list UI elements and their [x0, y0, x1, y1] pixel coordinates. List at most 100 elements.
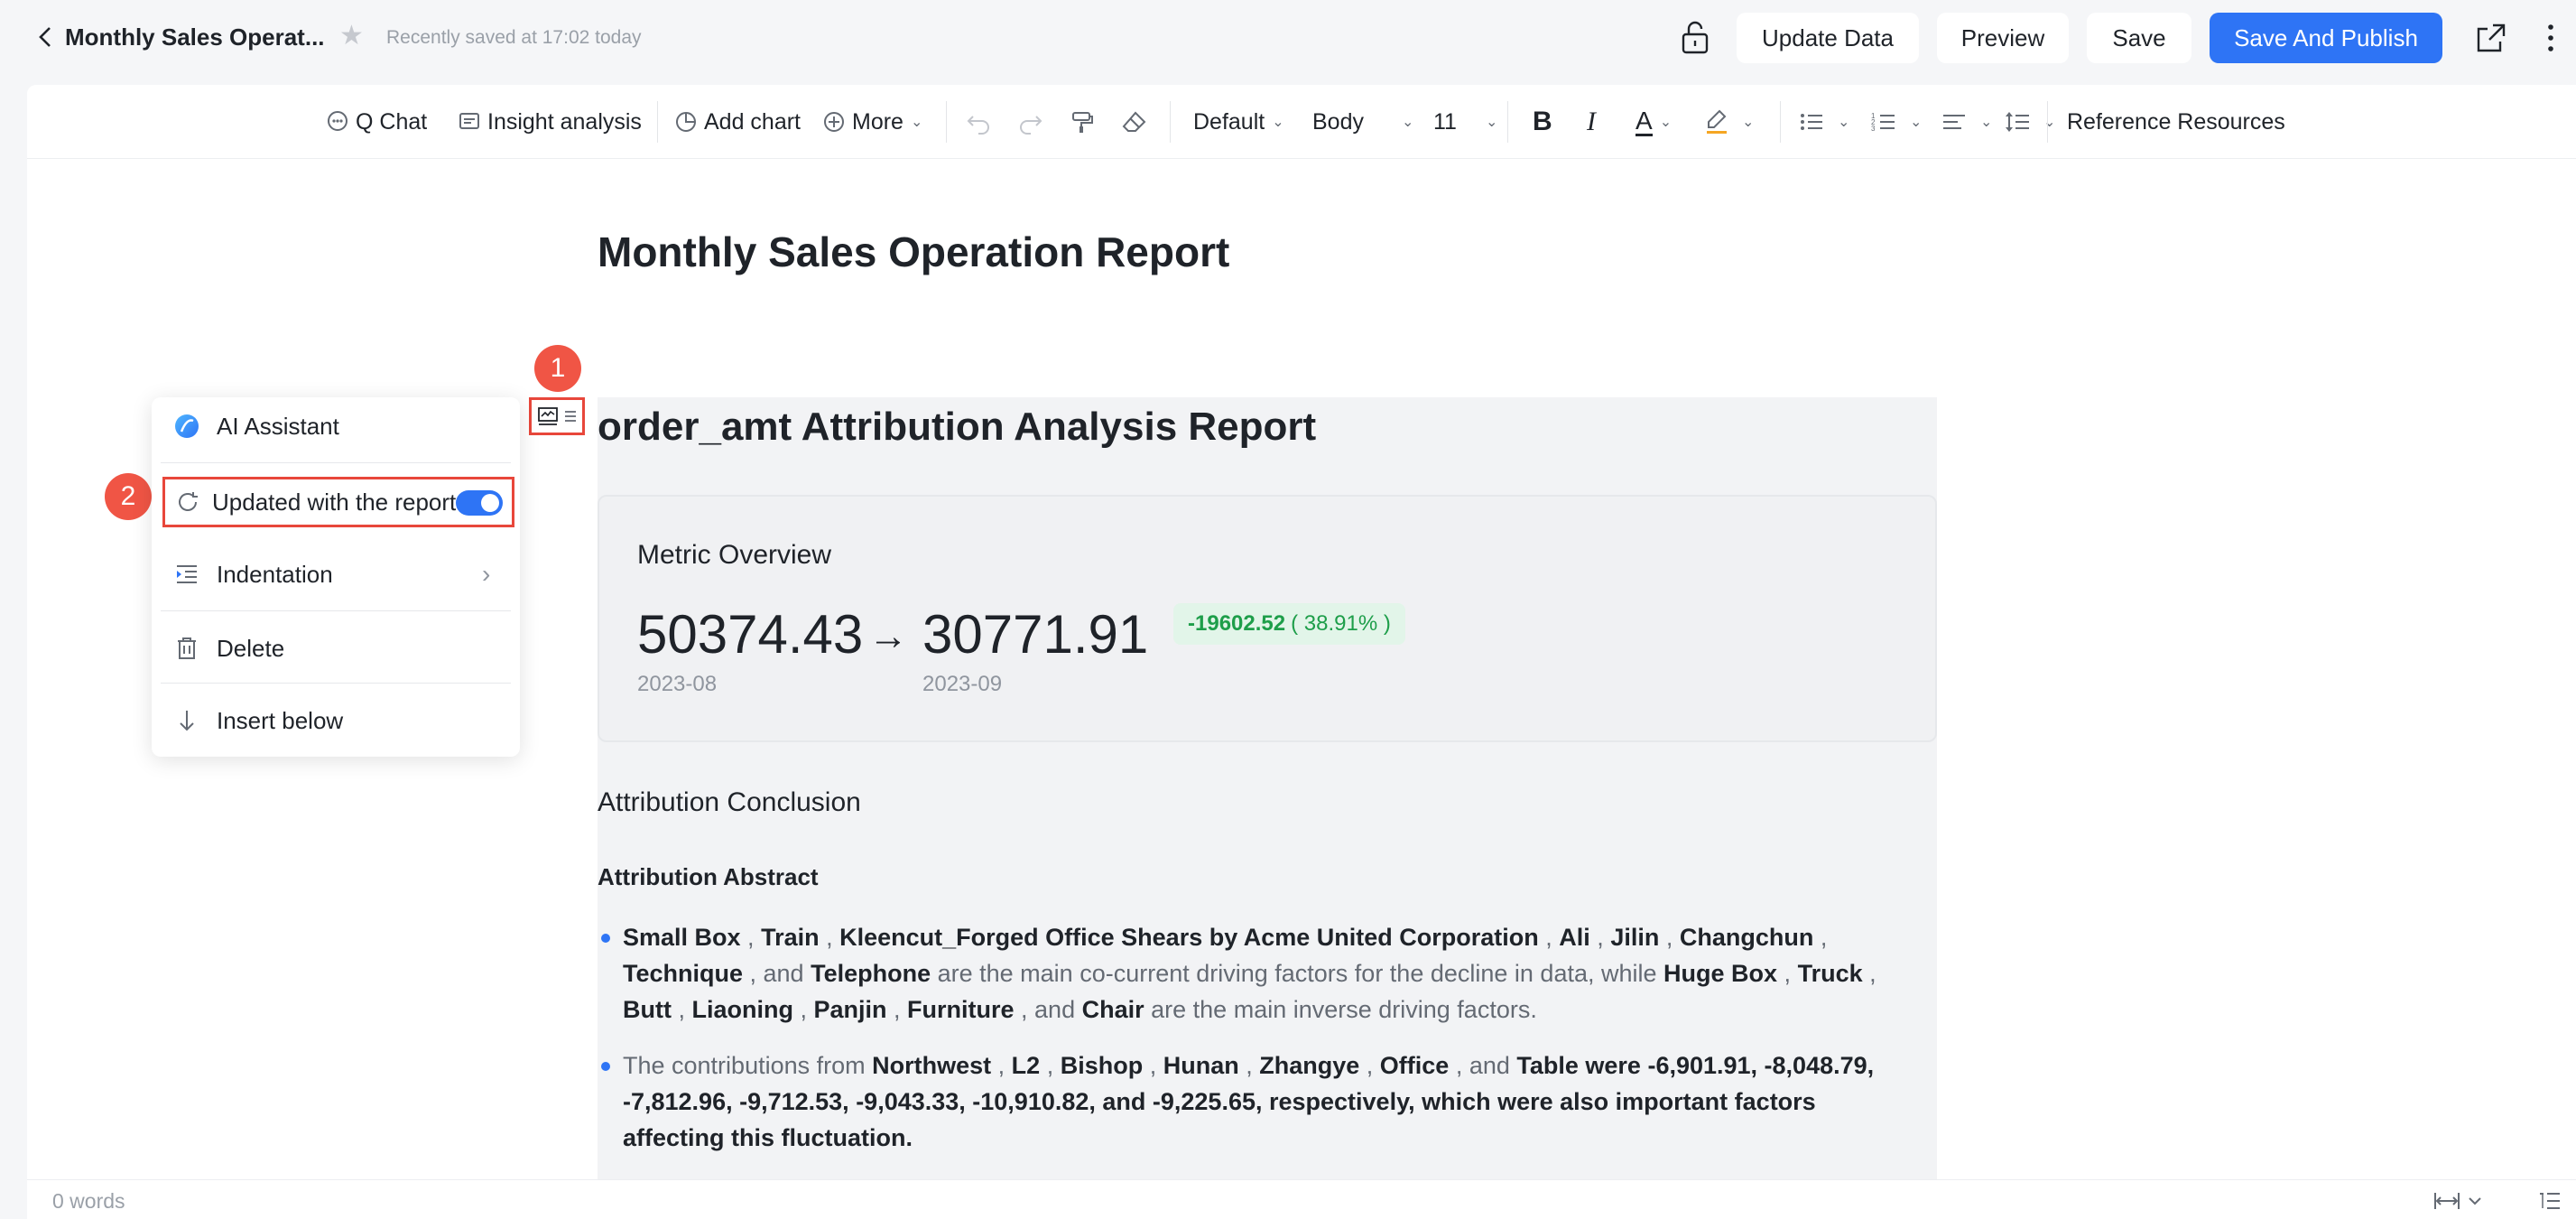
list-item: The contributions from Northwest , L2 , …: [623, 1052, 1875, 1151]
style-dropdown[interactable]: Default ⌄: [1193, 105, 1284, 139]
more-options-icon[interactable]: [2544, 22, 2558, 54]
pie-chart-icon: [676, 112, 696, 132]
factor: Ali: [1559, 924, 1590, 951]
back-arrow-icon[interactable]: [32, 23, 60, 51]
update-data-button[interactable]: Update Data: [1737, 13, 1919, 63]
chevron-down-icon: ⌄: [2043, 115, 2056, 130]
factor: Telephone: [811, 960, 931, 987]
menu-item-ai-assistant[interactable]: AI Assistant: [152, 399, 520, 453]
status-bar: 0 words: [27, 1179, 2576, 1219]
star-icon[interactable]: ★: [339, 20, 364, 51]
factor: Butt: [623, 996, 672, 1023]
lock-icon[interactable]: [1677, 18, 1713, 58]
factor: Huge Box: [1663, 960, 1778, 987]
undo-button[interactable]: [966, 105, 998, 139]
reference-resources-button[interactable]: Reference Resources: [2067, 105, 2285, 139]
block-title[interactable]: order_amt Attribution Analysis Report: [598, 405, 1316, 450]
q-chat-label: Q Chat: [356, 108, 428, 135]
italic-button[interactable]: I: [1587, 105, 1596, 139]
align-button[interactable]: ⌄: [1941, 105, 1992, 139]
text-span: The contributions from: [623, 1052, 866, 1079]
q-chat-button[interactable]: Q Chat: [325, 105, 427, 139]
more-label: More: [852, 108, 903, 135]
word-count: 0 words: [52, 1189, 125, 1213]
menu-item-updated-with-report[interactable]: Updated with the report: [162, 477, 514, 527]
factor: Jilin: [1610, 924, 1660, 951]
metric-from-value: 50374.43: [637, 604, 864, 665]
undo-icon: [967, 116, 989, 135]
insert-below-label: Insert below: [217, 706, 344, 734]
factor: Panjin: [813, 996, 887, 1023]
format-painter-button[interactable]: [1069, 105, 1101, 139]
chevron-down-icon: ⌄: [1838, 115, 1850, 130]
numbered-list-button[interactable]: 123 ⌄: [1870, 105, 1922, 139]
refresh-icon: [174, 489, 201, 516]
preview-button[interactable]: Preview: [1937, 13, 2069, 63]
highlight-button[interactable]: ⌄: [1704, 105, 1754, 139]
font-size-value: 11: [1433, 108, 1457, 135]
factor: Furniture: [907, 996, 1015, 1023]
bullet-dot-icon: [601, 934, 610, 943]
block-handle[interactable]: [529, 397, 585, 435]
paragraph-value: Body: [1312, 108, 1364, 135]
menu-divider: [161, 610, 511, 611]
updated-with-report-label: Updated with the report: [212, 488, 457, 516]
ai-assistant-icon: [173, 413, 200, 440]
font-size-dropdown[interactable]: 11 ⌄: [1433, 105, 1497, 139]
formatting-toolbar: Q Chat Insight analysis Add chart More ⌄: [27, 85, 2576, 159]
chevron-down-icon: ⌄: [1980, 115, 1993, 130]
share-icon[interactable]: [2475, 22, 2507, 54]
factor: Technique: [623, 960, 744, 987]
metric-heading: Metric Overview: [637, 540, 832, 570]
text-span: are the main co-current driving factors …: [937, 960, 1657, 987]
redo-button[interactable]: [1016, 105, 1049, 139]
menu-item-delete[interactable]: Delete: [152, 621, 520, 675]
drag-handle-icon: [564, 411, 576, 422]
factor: Kleencut_Forged Office Shears by Acme Un…: [839, 924, 1539, 951]
chart-block-icon: [537, 407, 558, 425]
insight-icon: [459, 113, 479, 129]
bold-button[interactable]: B: [1533, 105, 1552, 139]
chevron-down-icon: ⌄: [1401, 115, 1414, 130]
update-toggle-switch[interactable]: [456, 490, 503, 516]
save-button[interactable]: Save: [2087, 13, 2191, 63]
insight-analysis-button[interactable]: Insight analysis: [457, 105, 642, 139]
metric-from-date: 2023-08: [637, 672, 718, 696]
paragraph-dropdown[interactable]: Body ⌄: [1312, 105, 1413, 139]
factor: Hunan: [1163, 1052, 1239, 1079]
menu-item-indentation[interactable]: Indentation ›: [152, 547, 520, 601]
bullet-dot-icon: [601, 1062, 610, 1071]
ai-assistant-label: AI Assistant: [217, 412, 339, 440]
clear-format-button[interactable]: [1121, 105, 1154, 139]
factor: Small Box: [623, 924, 741, 951]
doc-title[interactable]: Monthly Sales Operat...: [65, 23, 325, 51]
page-title[interactable]: Monthly Sales Operation Report: [598, 228, 1229, 276]
metric-to-value: 30771.91: [922, 604, 1149, 665]
save-and-publish-button[interactable]: Save And Publish: [2210, 13, 2442, 63]
page-width-icon[interactable]: [2433, 1189, 2488, 1217]
factor: Bishop: [1060, 1052, 1144, 1079]
redo-icon: [1020, 116, 1042, 135]
delta-badge: -19602.52 ( 38.91% ): [1173, 603, 1405, 645]
saved-status: Recently saved at 17:02 today: [386, 27, 642, 48]
block-context-menu: AI Assistant Updated with the report Ind…: [152, 397, 520, 757]
factor: L2: [1011, 1052, 1041, 1079]
toolbar-divider: [2047, 101, 2048, 143]
factor: Changchun: [1679, 924, 1814, 951]
bullet-list-icon: [1801, 114, 1822, 130]
factor: Office: [1379, 1052, 1450, 1079]
step-marker-2: 2: [105, 473, 152, 520]
toolbar-divider: [657, 101, 658, 143]
delete-label: Delete: [217, 634, 285, 662]
bullet-list-button[interactable]: ⌄: [1798, 105, 1849, 139]
toolbar-divider: [946, 101, 947, 143]
plus-circle-icon: [824, 112, 844, 132]
outline-icon[interactable]: [2538, 1189, 2562, 1217]
text-color-button[interactable]: A ⌄: [1635, 105, 1672, 139]
chevron-down-icon: ⌄: [1742, 115, 1755, 130]
highlighter-icon: [1707, 109, 1727, 134]
add-chart-button[interactable]: Add chart: [673, 105, 801, 139]
more-dropdown[interactable]: More ⌄: [821, 105, 922, 139]
menu-item-insert-below[interactable]: Insert below: [152, 693, 520, 748]
metric-to-date: 2023-09: [922, 672, 1003, 696]
